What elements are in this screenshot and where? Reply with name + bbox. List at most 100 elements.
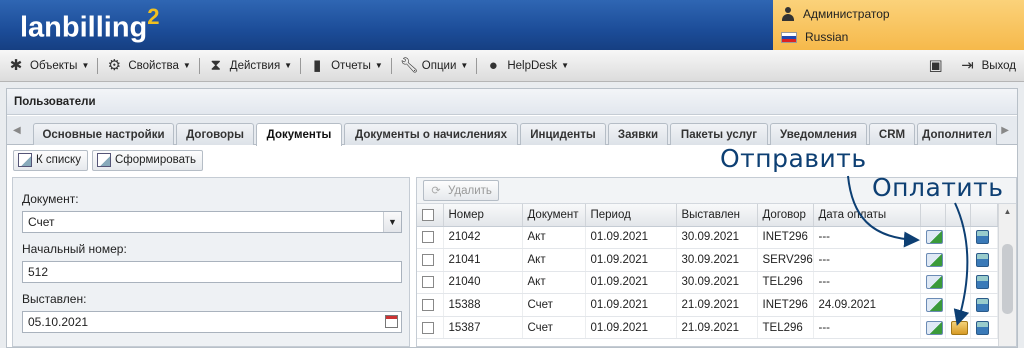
annotation-pay: Оплатить (872, 173, 1004, 202)
column-period[interactable]: Период (585, 204, 677, 227)
to-list-button[interactable]: К списку (13, 149, 88, 171)
grid-scrollbar[interactable]: ▲ (998, 204, 1016, 346)
panel-title: Пользователи (7, 89, 1017, 115)
table-row[interactable]: 21040 Акт 01.09.2021 30.09.2021 TEL296 --- (417, 271, 998, 295)
delete-icon: ⟳ (431, 184, 441, 197)
column-number[interactable]: Номер (443, 204, 523, 227)
tab-scroll-right-icon[interactable]: ▶ (1001, 125, 1009, 136)
row-checkbox[interactable] (417, 271, 444, 295)
save-document-icon[interactable] (975, 275, 989, 290)
menu-reports[interactable]: ▮ Отчеты ▼ (301, 50, 391, 81)
cell-save[interactable] (970, 271, 998, 295)
tab-notifications[interactable]: Уведомления (770, 123, 867, 145)
start-number-label: Начальный номер: (22, 242, 127, 256)
table-row[interactable]: 21041 Акт 01.09.2021 30.09.2021 SERV296 --- (417, 248, 998, 272)
save-document-icon[interactable] (975, 320, 989, 335)
generate-button[interactable]: Сформировать (91, 149, 204, 171)
save-document-icon[interactable] (975, 230, 989, 245)
save-document-icon[interactable] (975, 252, 989, 267)
save-document-icon[interactable] (975, 298, 989, 313)
column-issued[interactable]: Выставлен (676, 204, 758, 227)
calendar-icon[interactable] (385, 315, 398, 328)
send-icon[interactable] (925, 252, 943, 267)
chevron-down-icon[interactable]: ▼ (383, 212, 401, 232)
tab-crm[interactable]: CRM (869, 123, 915, 145)
language-selector[interactable]: Russian (781, 26, 848, 48)
column-paid-date[interactable]: Дата оплаты (813, 204, 921, 227)
send-icon[interactable] (925, 320, 943, 335)
cell-save[interactable] (970, 226, 998, 250)
cell-save[interactable] (970, 293, 998, 317)
menu-options[interactable]: 🔧︎ Опции ▼ (392, 50, 477, 81)
tab-additional[interactable]: Дополнител (917, 123, 997, 145)
tab-scroll-left-icon[interactable]: ◀ (13, 125, 21, 136)
select-all-checkbox[interactable] (417, 204, 444, 227)
cell-period: 01.09.2021 (585, 226, 677, 250)
annotation-send: Отправить (720, 144, 867, 173)
documents-grid: ⟳ Удалить Номер Документ Период Выставле… (416, 177, 1017, 347)
tab-charge-documents[interactable]: Документы о начислениях (344, 123, 518, 145)
cell-period: 01.09.2021 (585, 316, 677, 340)
cell-paid-date: --- (813, 316, 921, 340)
table-row[interactable]: 15387 Счет 01.09.2021 21.09.2021 TEL296 --- (417, 316, 998, 340)
column-contract[interactable]: Договор (757, 204, 814, 227)
cell-send[interactable] (920, 226, 946, 250)
cell-send[interactable] (920, 316, 946, 340)
send-icon[interactable] (925, 275, 943, 290)
cell-period: 01.09.2021 (585, 248, 677, 272)
cell-save[interactable] (970, 316, 998, 340)
cell-send[interactable] (920, 271, 946, 295)
user-name: Администратор (803, 7, 890, 21)
cell-period: 01.09.2021 (585, 271, 677, 295)
save-button[interactable]: ▣ (920, 50, 952, 81)
scroll-up-icon[interactable]: ▲ (999, 204, 1016, 220)
start-number-input[interactable]: 512 (22, 261, 402, 283)
current-user[interactable]: Администратор (781, 3, 890, 25)
cell-pay[interactable] (945, 316, 971, 340)
menu-objects[interactable]: ✱ Объекты ▼ (0, 50, 97, 81)
tab-requests[interactable]: Заявки (608, 123, 668, 145)
menu-actions[interactable]: ⧗ Действия ▼ (200, 50, 300, 81)
cell-document: Акт (522, 226, 586, 250)
tab-documents[interactable]: Документы (256, 123, 342, 146)
menu-helpdesk[interactable]: ● HelpDesk ▼ (477, 50, 577, 81)
tab-contracts[interactable]: Договоры (176, 123, 254, 145)
cell-send[interactable] (920, 248, 946, 272)
row-checkbox[interactable] (417, 316, 444, 340)
tab-bar: ◀ Основные настройки Договоры Документы … (7, 116, 1017, 146)
cell-paid-date: --- (813, 226, 921, 250)
issued-date-input[interactable]: 05.10.2021 (22, 311, 402, 333)
table-row[interactable]: 15388 Счет 01.09.2021 21.09.2021 INET296 24.0… (417, 293, 998, 317)
tab-incidents[interactable]: Инциденты (520, 123, 606, 145)
cell-pay (945, 248, 971, 272)
row-checkbox[interactable] (417, 226, 444, 250)
cell-paid-date: --- (813, 271, 921, 295)
row-checkbox[interactable] (417, 248, 444, 272)
send-icon[interactable] (925, 298, 943, 313)
logo: lanbilling2 (20, 4, 160, 44)
table-header: Номер Документ Период Выставлен Договор … (417, 204, 998, 227)
table-row[interactable]: 21042 Акт 01.09.2021 30.09.2021 INET296 --- (417, 226, 998, 250)
user-icon (781, 7, 795, 21)
delete-button[interactable]: ⟳ Удалить (423, 180, 499, 201)
logout-button[interactable]: ⇥ Выход (952, 50, 1024, 81)
issued-label: Выставлен: (22, 292, 87, 306)
cell-number: 21041 (443, 248, 523, 272)
menu-properties[interactable]: ⚙ Свойства ▼ (98, 50, 198, 81)
row-checkbox[interactable] (417, 293, 444, 317)
document-select[interactable]: Счет ▼ (22, 211, 402, 233)
column-document[interactable]: Документ (522, 204, 586, 227)
scroll-thumb[interactable] (1002, 244, 1013, 314)
cell-send[interactable] (920, 293, 946, 317)
cell-period: 01.09.2021 (585, 293, 677, 317)
pay-icon[interactable] (950, 320, 968, 335)
tab-main-settings[interactable]: Основные настройки (33, 123, 174, 145)
send-icon[interactable] (925, 230, 943, 245)
tab-service-packages[interactable]: Пакеты услуг (670, 123, 768, 145)
wrench-icon: 🔧︎ (399, 56, 419, 74)
cell-issued: 21.09.2021 (676, 316, 758, 340)
chat-icon: ● (488, 56, 498, 74)
generate-document-icon (96, 153, 111, 167)
cell-issued: 30.09.2021 (676, 248, 758, 272)
cell-save[interactable] (970, 248, 998, 272)
